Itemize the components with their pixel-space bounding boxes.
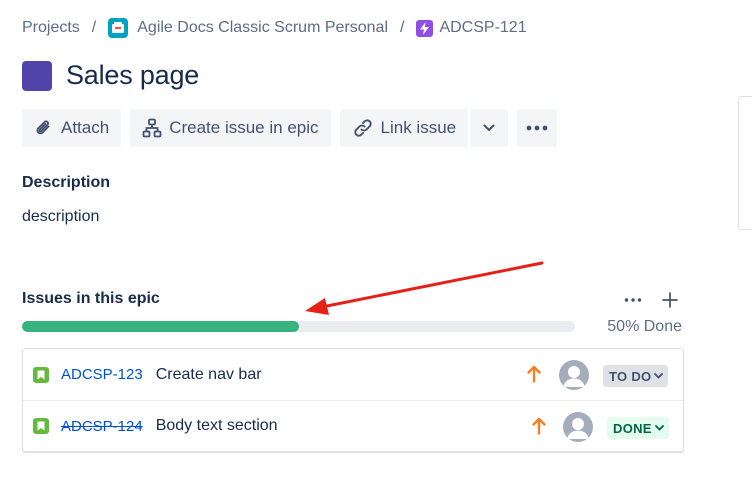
more-actions-button[interactable]	[517, 109, 558, 147]
link-issue-label: Link issue	[380, 118, 457, 137]
link-issue-button[interactable]: Link issue	[339, 109, 469, 147]
assignee-avatar[interactable]	[559, 360, 589, 390]
plus-icon	[662, 292, 678, 308]
status-label: DONE	[613, 420, 652, 436]
description-heading: Description	[22, 174, 111, 191]
link-issue-dropdown-button[interactable]	[470, 109, 509, 147]
attach-label: Attach	[61, 118, 110, 137]
add-issue-button[interactable]	[660, 290, 680, 310]
issue-view: Projects / Agile Docs Classic Scrum Pers…	[0, 0, 752, 496]
issue-toolbar: Attach Create issue in epic Link issue	[22, 109, 558, 147]
breadcrumb-projects-link[interactable]: Projects	[22, 19, 80, 37]
epic-progress-text: 50% Done	[607, 318, 682, 335]
status-label: TO DO	[609, 368, 652, 384]
epic-issue-list: ADCSP-123 Create nav bar TO DO ADCSP-124…	[22, 348, 684, 452]
hierarchy-icon	[142, 118, 162, 138]
issue-summary: Body text section	[155, 417, 278, 434]
list-item[interactable]: ADCSP-123 Create nav bar TO DO	[23, 349, 683, 400]
more-icon	[526, 125, 548, 131]
chevron-down-icon	[483, 124, 495, 131]
description-text[interactable]: description	[22, 208, 99, 226]
story-icon	[33, 418, 49, 434]
chevron-down-icon	[654, 373, 664, 379]
story-icon	[33, 366, 49, 383]
link-icon	[353, 119, 372, 137]
breadcrumb-separator: /	[400, 19, 405, 36]
side-panel-edge	[738, 96, 752, 230]
chevron-down-icon	[654, 425, 664, 431]
page-title[interactable]: Sales page	[66, 60, 199, 91]
project-avatar-icon[interactable]	[108, 18, 129, 38]
priority-high-icon	[525, 364, 543, 384]
issue-summary: Create nav bar	[155, 365, 262, 383]
epic-issues-more-button[interactable]	[622, 290, 644, 310]
epic-issues-heading: Issues in this epic	[22, 290, 160, 307]
more-icon	[624, 298, 642, 302]
epic-color-swatch[interactable]	[22, 60, 52, 91]
attach-button[interactable]: Attach	[22, 109, 122, 147]
link-issue-split-button: Link issue	[339, 109, 509, 147]
epic-progress-fill	[22, 321, 299, 332]
epic-progress-bar	[22, 321, 575, 332]
assignee-avatar[interactable]	[563, 412, 593, 442]
breadcrumb-project-link[interactable]: Agile Docs Classic Scrum Personal	[137, 19, 388, 37]
status-dropdown[interactable]: TO DO	[603, 365, 669, 387]
breadcrumb: Projects / Agile Docs Classic Scrum Pers…	[22, 18, 527, 38]
priority-high-icon	[530, 416, 548, 436]
paperclip-icon	[36, 120, 50, 135]
create-issue-label: Create issue in epic	[169, 118, 319, 137]
issue-key-link[interactable]: ADCSP-123	[61, 366, 143, 383]
title-row: Sales page	[22, 60, 199, 91]
breadcrumb-separator: /	[91, 19, 97, 36]
breadcrumb-epic-key-link[interactable]: ADCSP-121	[439, 19, 526, 37]
epic-icon	[416, 19, 434, 37]
status-dropdown[interactable]: DONE	[607, 417, 669, 439]
issue-key-link[interactable]: ADCSP-124	[61, 418, 143, 435]
list-item[interactable]: ADCSP-124 Body text section DONE	[23, 400, 683, 451]
create-issue-in-epic-button[interactable]: Create issue in epic	[130, 109, 331, 147]
